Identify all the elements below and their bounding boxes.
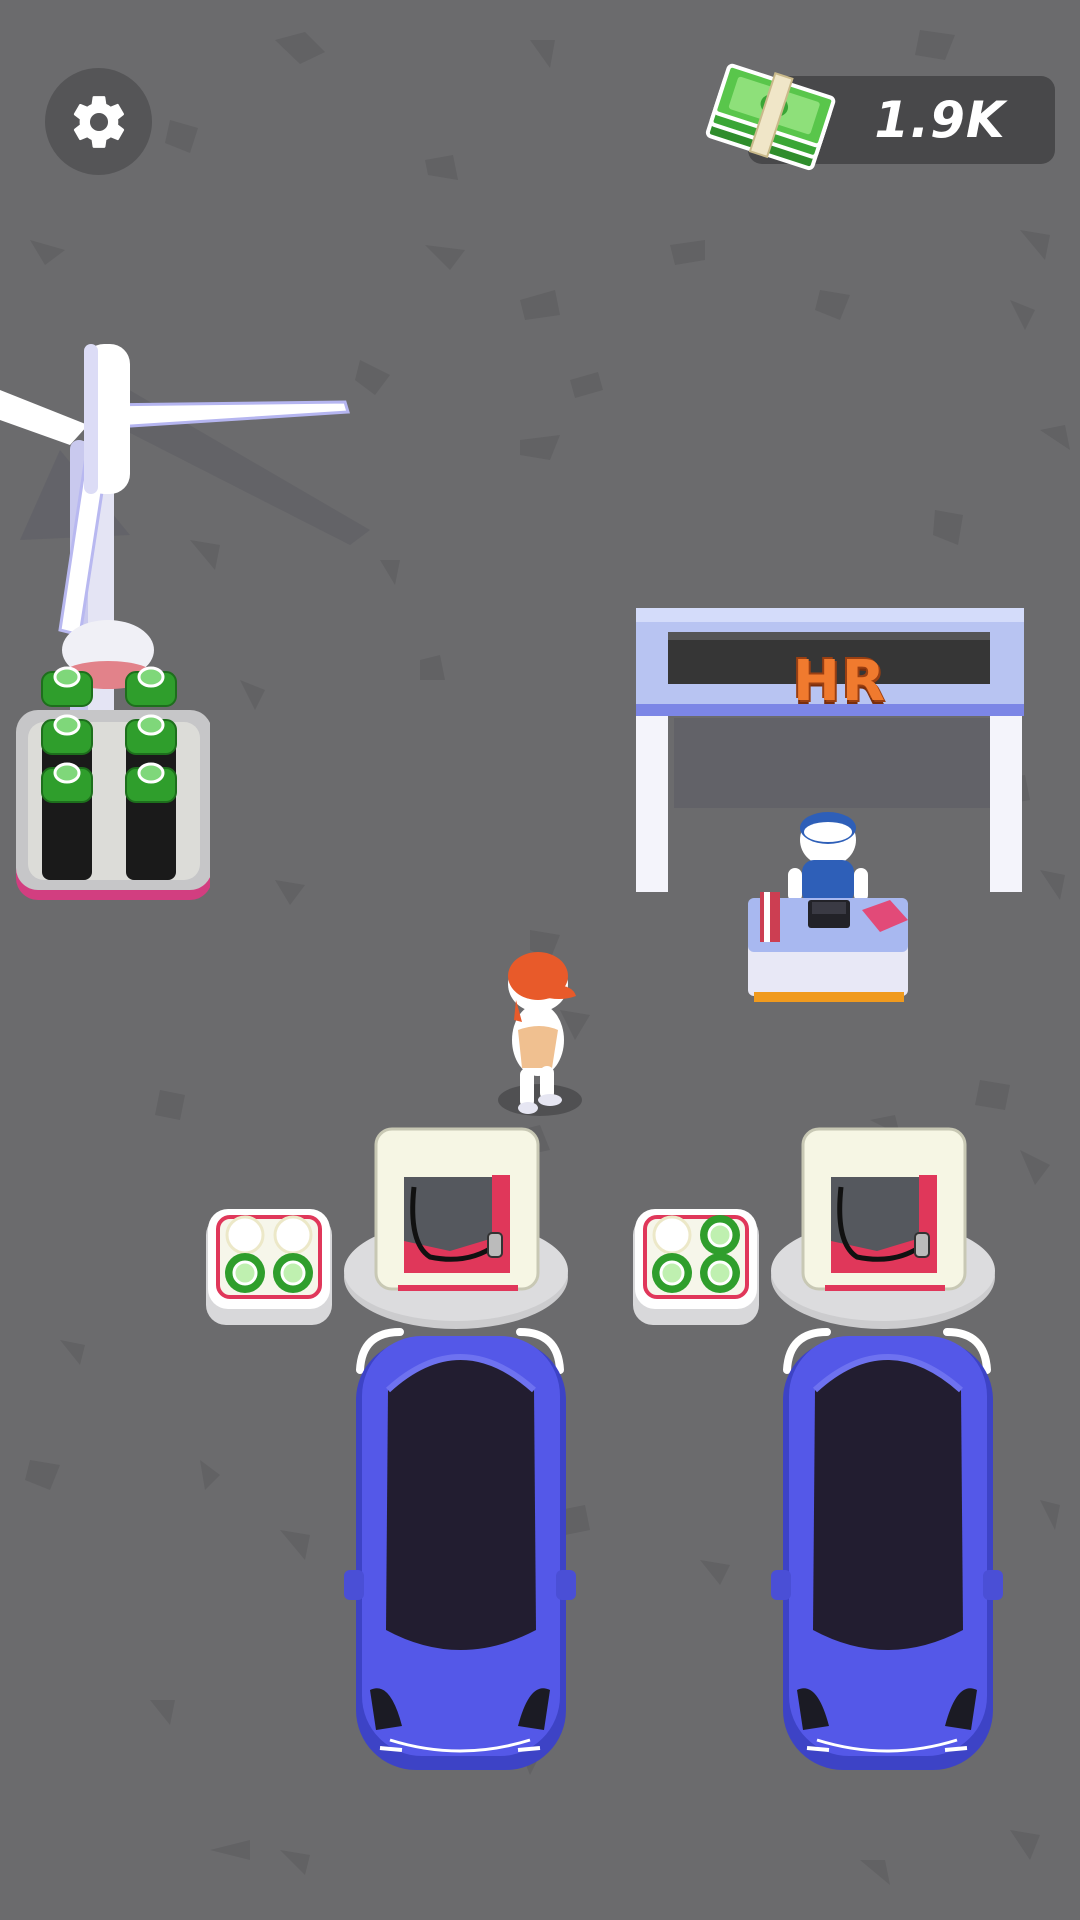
- game-scene[interactable]: 1.9K HR: [0, 0, 1080, 1920]
- charging-station[interactable]: [627, 1125, 1007, 1340]
- money-value: 1.9K: [874, 91, 1006, 149]
- charging-station[interactable]: [200, 1125, 580, 1340]
- blue-car[interactable]: [767, 1330, 1007, 1780]
- gear-icon: [73, 95, 124, 148]
- hr-sign: HR: [793, 649, 887, 714]
- cash-stack-icon: [705, 63, 836, 171]
- blue-car[interactable]: [340, 1330, 580, 1780]
- battery-rack[interactable]: [10, 650, 210, 910]
- player-worker[interactable]: [480, 950, 600, 1120]
- settings-button[interactable]: [45, 68, 152, 175]
- hr-desk[interactable]: [740, 810, 920, 1010]
